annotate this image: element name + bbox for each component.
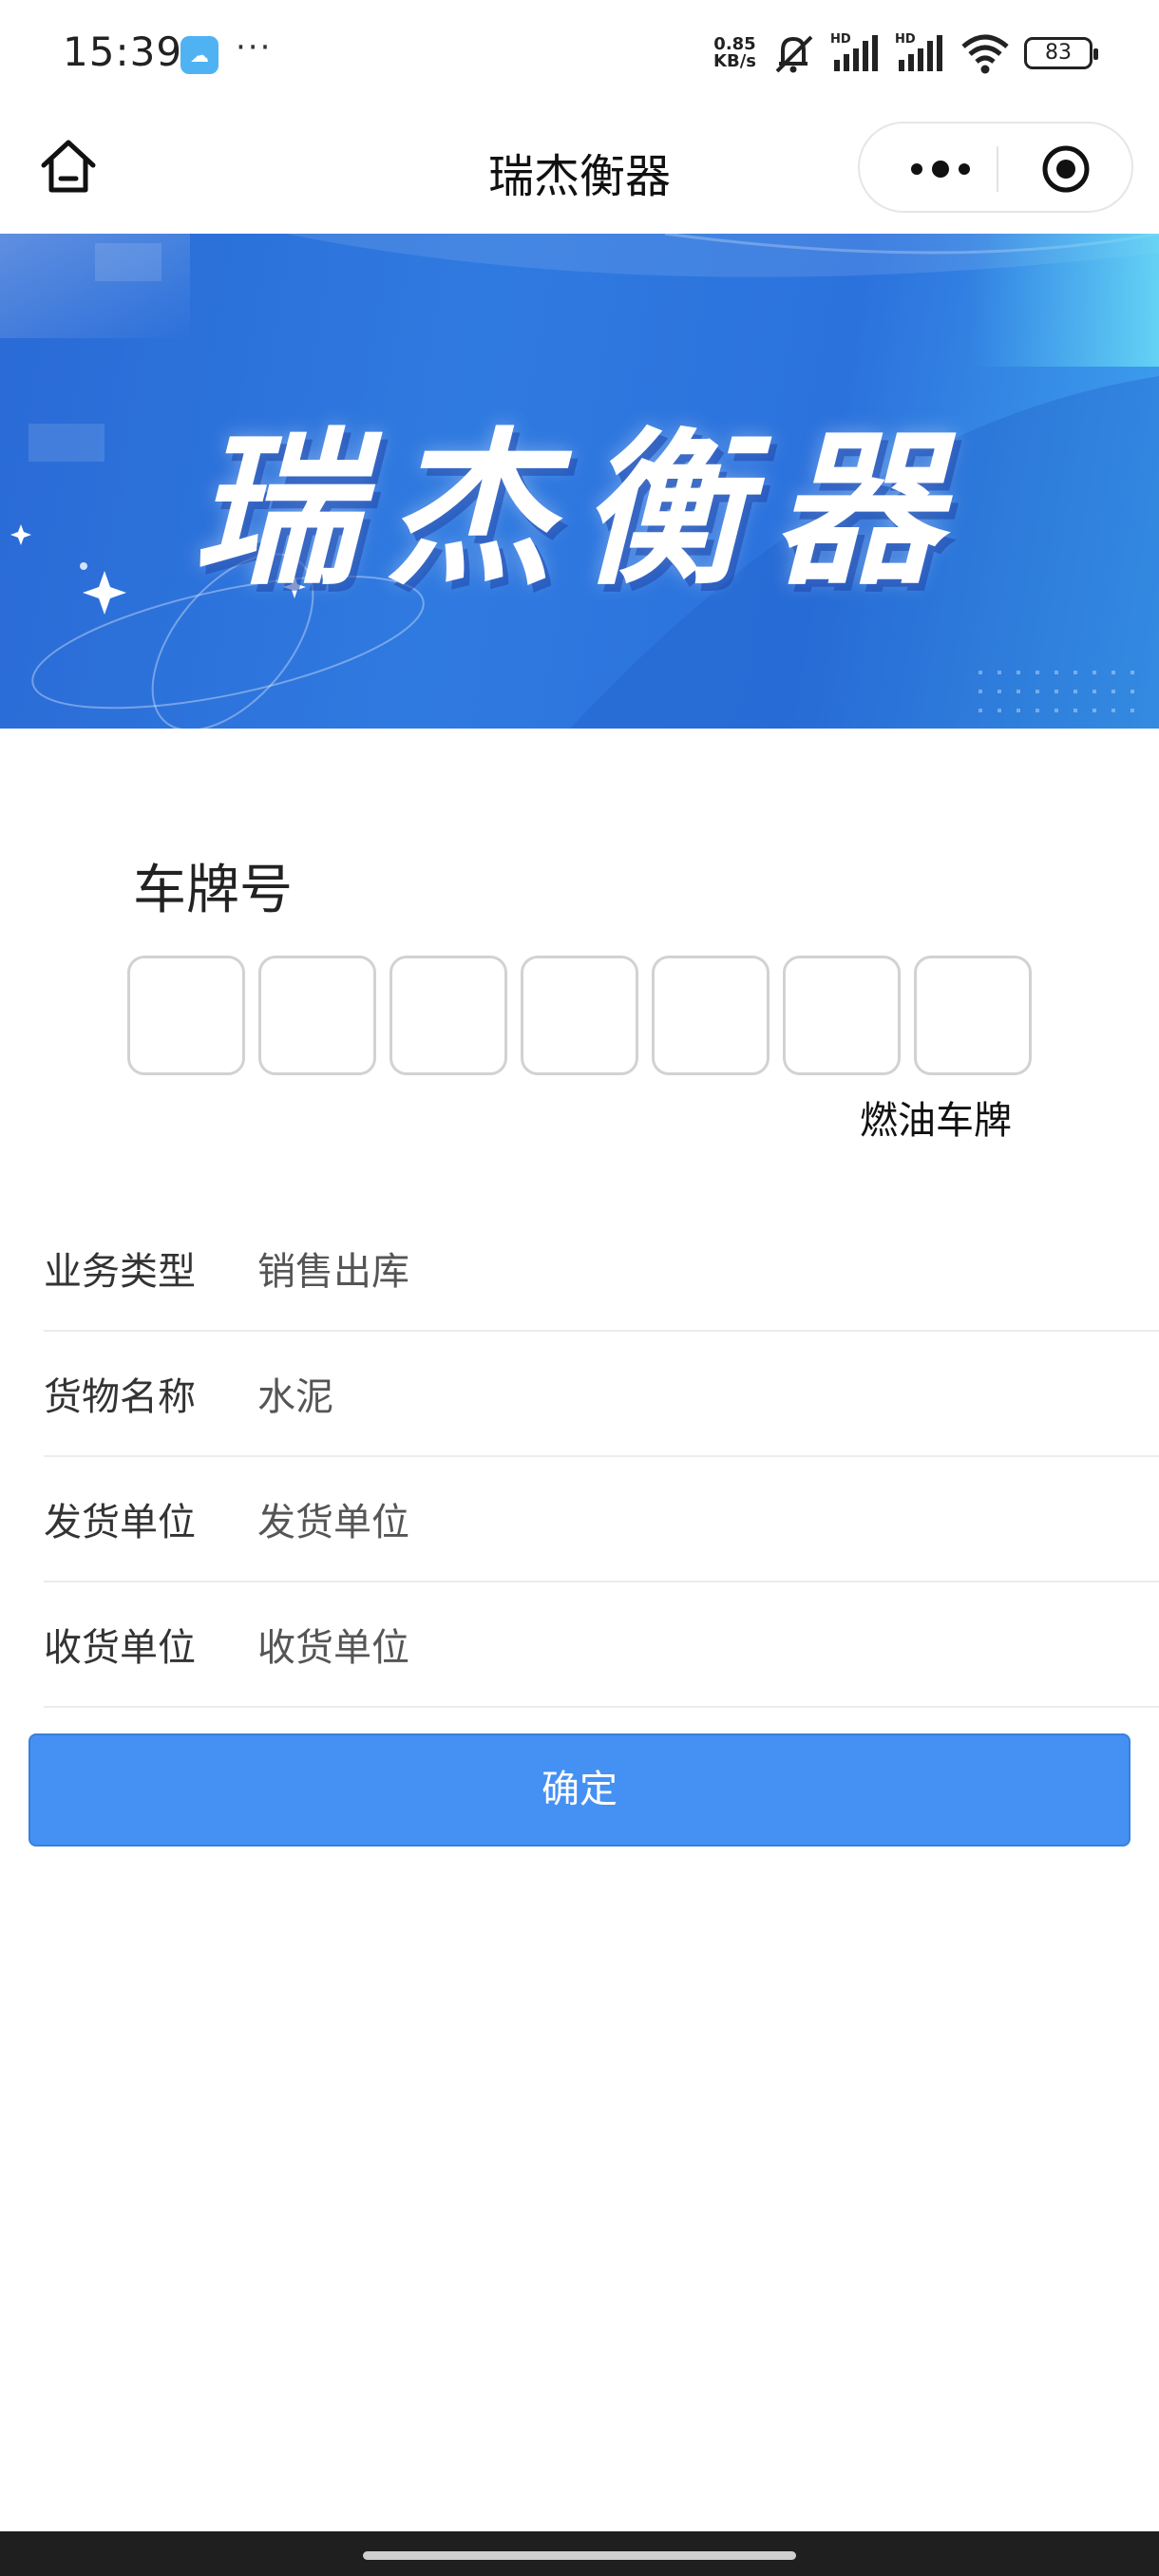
receiver-label: 收货单位: [44, 1626, 196, 1670]
status-indicators: 0.85 KB/s HD HD 83: [713, 28, 1098, 78]
plate-char-box[interactable]: [652, 956, 770, 1075]
form-row-business-type[interactable]: 业务类型 销售出库: [44, 1206, 1159, 1332]
svg-text:HD: HD: [895, 32, 916, 47]
capsule-divider: [997, 146, 998, 192]
wifi-icon: [961, 34, 1009, 74]
close-miniprogram-icon[interactable]: [1040, 143, 1092, 195]
plate-number-input: [127, 956, 1032, 1075]
banner-title: 瑞杰衡器: [191, 413, 967, 608]
banner: 瑞杰衡器: [0, 234, 1159, 729]
network-speed: 0.85 KB/s: [713, 34, 756, 71]
plate-char-box[interactable]: [390, 956, 507, 1075]
order-form: 业务类型 销售出库 货物名称 水泥 发货单位 发货单位 收货单位 收货单位: [44, 1206, 1159, 1708]
more-menu-icon[interactable]: [898, 150, 983, 188]
more-notifications-icon: ···: [236, 28, 273, 66]
plate-char-box[interactable]: [914, 956, 1032, 1075]
status-time: 15:39: [63, 28, 183, 75]
receiver-field[interactable]: 收货单位: [257, 1617, 409, 1672]
sender-field[interactable]: 发货单位: [257, 1491, 409, 1546]
plate-number-label: 车牌号: [133, 860, 293, 921]
svg-text:HD: HD: [830, 32, 851, 47]
form-row-receiver[interactable]: 收货单位 收货单位: [44, 1582, 1159, 1708]
miniprogram-capsule: [858, 122, 1133, 213]
goods-name-value[interactable]: 水泥: [257, 1366, 333, 1421]
plate-char-box[interactable]: [127, 956, 245, 1075]
goods-name-label: 货物名称: [44, 1375, 196, 1419]
confirm-button[interactable]: 确定: [28, 1733, 1130, 1847]
plate-char-box[interactable]: [258, 956, 376, 1075]
business-type-label: 业务类型: [44, 1250, 196, 1294]
system-navigation-bar: [0, 2531, 1159, 2576]
plate-type-toggle[interactable]: 燃油车牌: [860, 1089, 1012, 1145]
plate-char-box[interactable]: [521, 956, 638, 1075]
cloud-app-icon: ☁: [180, 36, 218, 74]
signal-hd-icon-1: HD: [830, 32, 878, 71]
gesture-handle[interactable]: [363, 2551, 796, 2560]
signal-hd-icon-2: HD: [895, 32, 942, 71]
business-type-value[interactable]: 销售出库: [257, 1241, 409, 1296]
form-row-goods-name[interactable]: 货物名称 水泥: [44, 1332, 1159, 1457]
mute-bell-icon: [775, 35, 813, 73]
form-row-sender[interactable]: 发货单位 发货单位: [44, 1457, 1159, 1582]
battery-indicator: 83: [1024, 37, 1098, 69]
sender-label: 发货单位: [44, 1501, 196, 1544]
plate-char-box[interactable]: [783, 956, 901, 1075]
nav-bar: 瑞杰衡器: [0, 106, 1159, 234]
status-bar: 15:39 ☁ ··· 0.85 KB/s HD HD 83: [0, 0, 1159, 106]
